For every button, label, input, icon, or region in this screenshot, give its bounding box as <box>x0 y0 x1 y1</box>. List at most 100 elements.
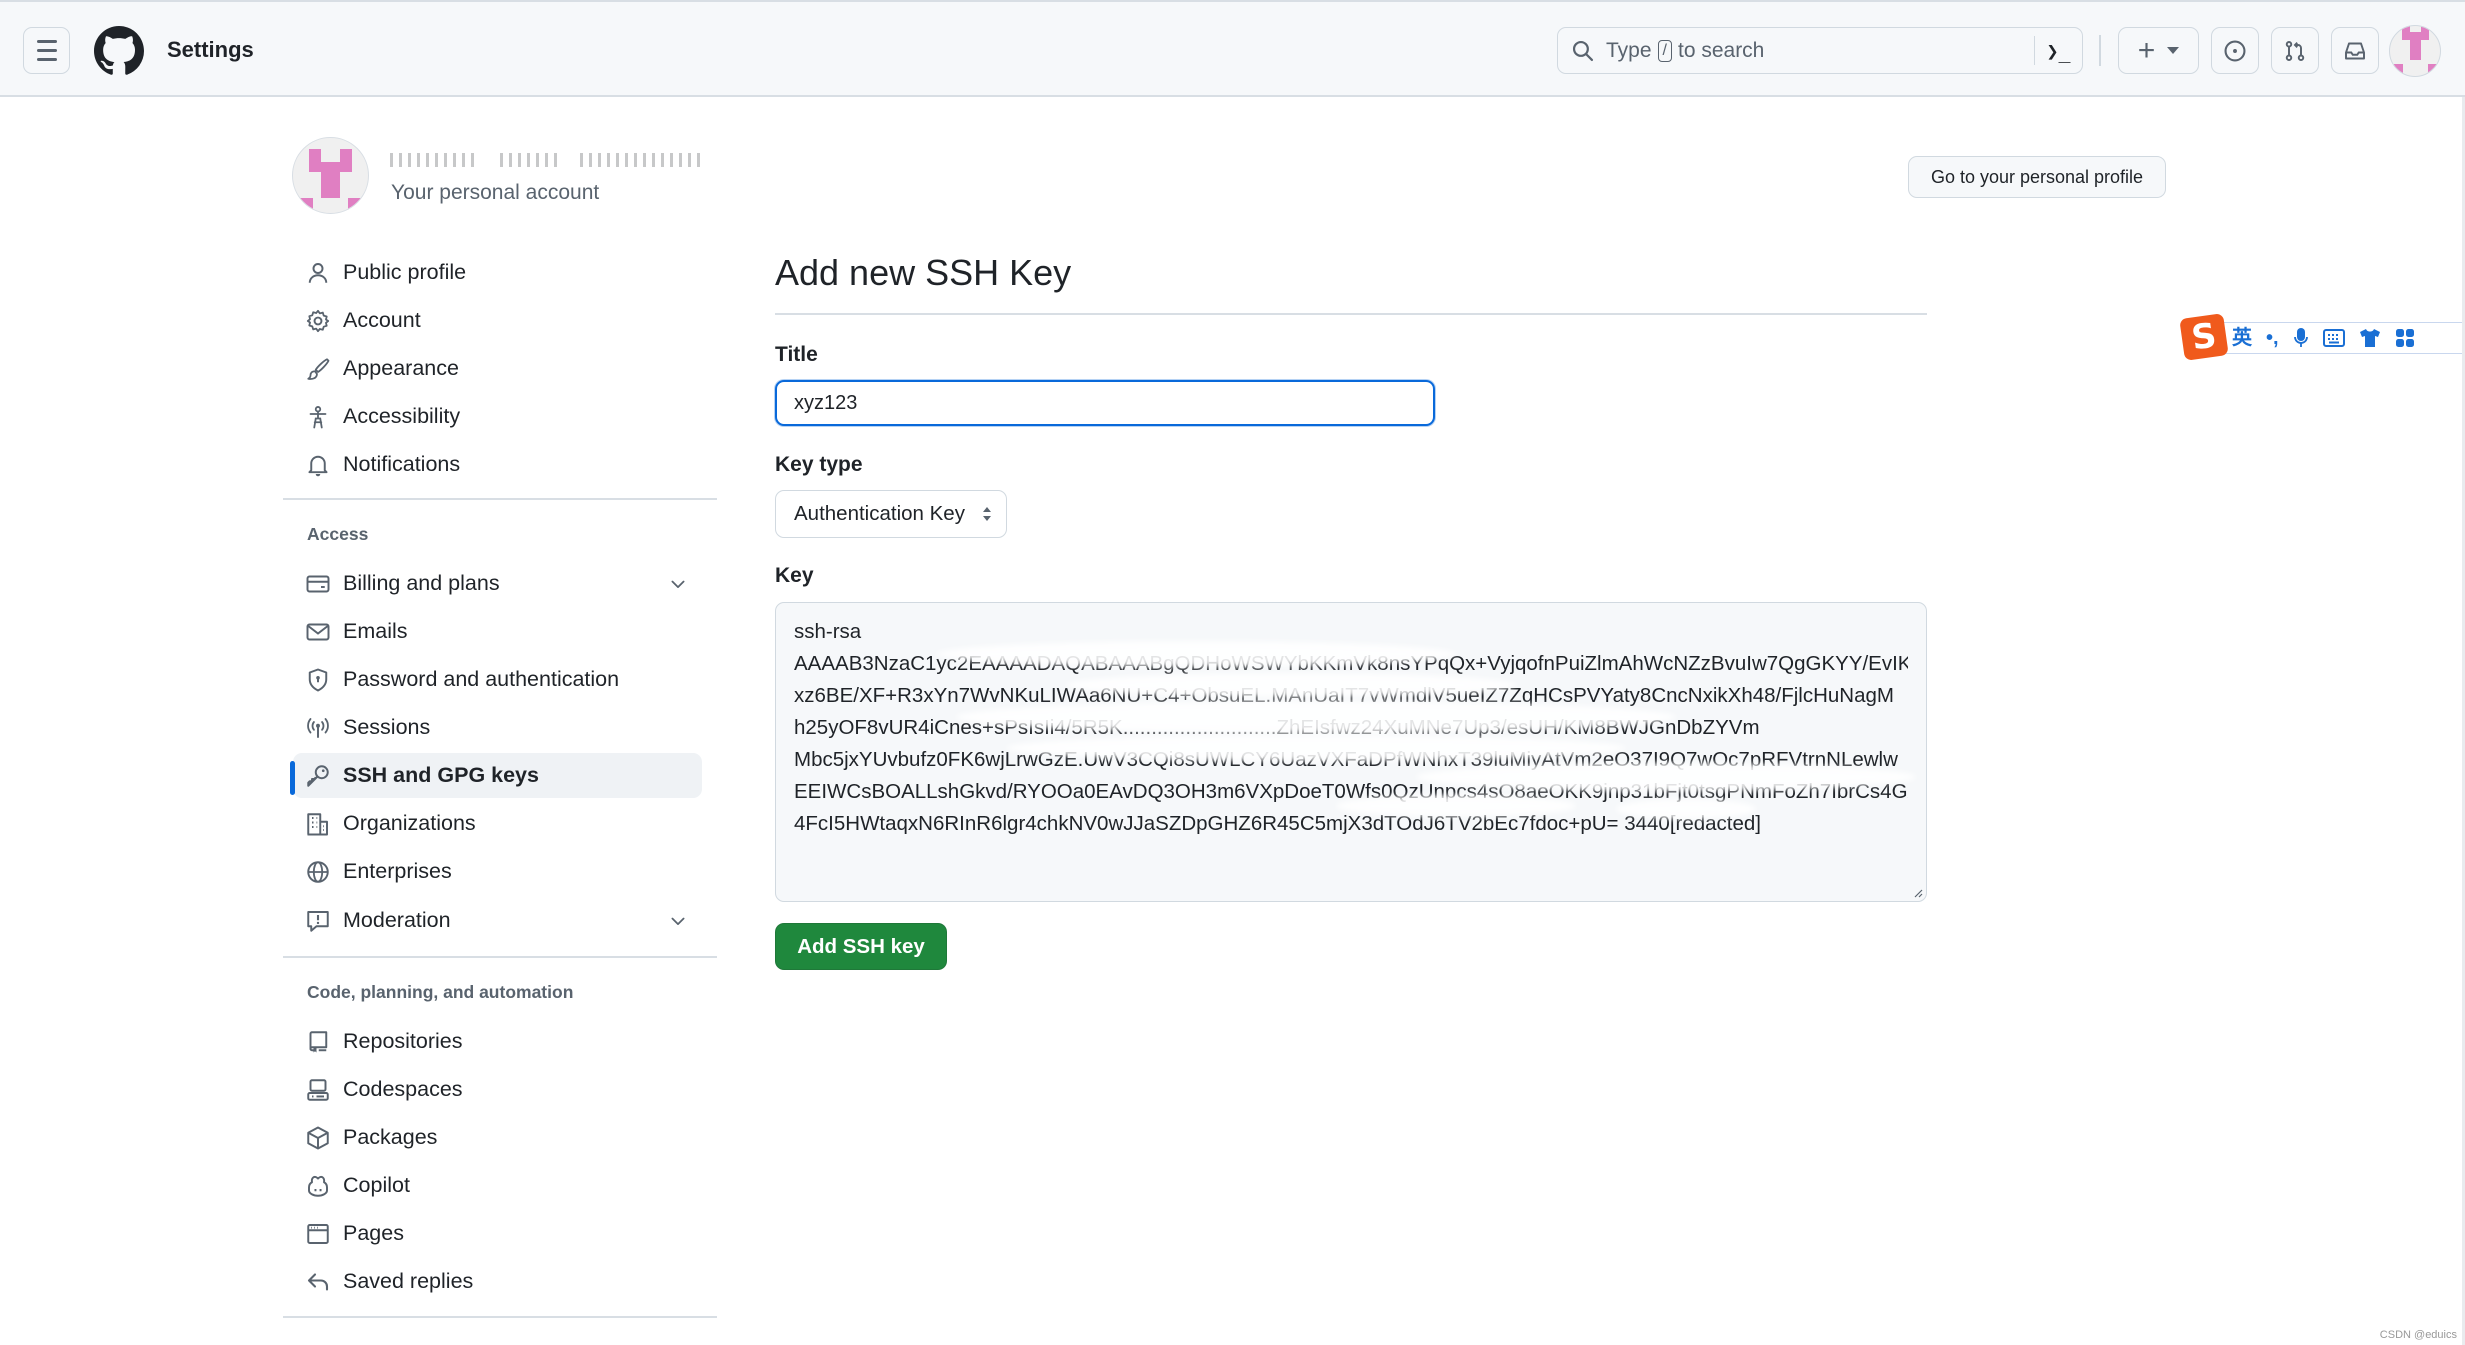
sidebar-item-label: SSH and GPG keys <box>343 763 539 787</box>
package-icon <box>305 1125 330 1150</box>
report-icon <box>305 908 330 933</box>
title-label: Title <box>775 343 818 366</box>
top-header: Settings Type / to search ❯_ + <box>0 0 2465 97</box>
redaction-scribble <box>1416 763 1916 791</box>
sidebar-item-label: Repositories <box>343 1029 463 1053</box>
sidebar-item-packages[interactable]: Packages <box>293 1115 702 1160</box>
sidebar-item-codespaces[interactable]: Codespaces <box>293 1067 702 1112</box>
redaction-scribble <box>956 701 1676 733</box>
sidebar-item-label: Sessions <box>343 715 431 739</box>
key-textarea[interactable]: ssh-rsa AAAAB3NzaC1yc2EAAAADAQABAAABgQDH… <box>775 602 1927 902</box>
sidebar-item-password-auth[interactable]: Password and authentication <box>293 657 702 702</box>
header-title[interactable]: Settings <box>167 35 254 65</box>
search-shortcut-key: / <box>1657 39 1672 62</box>
sidebar-item-label: Codespaces <box>343 1077 463 1101</box>
ime-toolbar[interactable]: 英 •, S <box>2179 313 2465 361</box>
repo-icon <box>305 1029 330 1054</box>
hamburger-menu-button[interactable] <box>23 27 70 74</box>
sidebar-item-enterprises[interactable]: Enterprises <box>293 849 702 894</box>
sidebar-divider <box>283 498 717 500</box>
sidebar-item-label: Public profile <box>343 260 467 284</box>
mail-icon <box>305 619 330 644</box>
codespaces-icon <box>305 1077 330 1102</box>
inbox-button[interactable] <box>2331 27 2379 74</box>
sidebar-item-ssh-gpg-keys[interactable]: SSH and GPG keys <box>290 753 702 798</box>
keyboard-icon[interactable] <box>2322 329 2345 347</box>
watermark: CSDN @eduics <box>2379 1329 2457 1341</box>
paintbrush-icon <box>305 356 330 381</box>
sidebar-item-pages[interactable]: Pages <box>293 1211 702 1256</box>
skin-icon[interactable] <box>2359 328 2381 348</box>
key-label: Key <box>775 564 814 587</box>
ime-logo-icon[interactable]: S <box>2179 313 2229 361</box>
sidebar-item-copilot[interactable]: Copilot <box>293 1163 702 1208</box>
sidebar-item-appearance[interactable]: Appearance <box>293 346 702 391</box>
sidebar-item-label: Enterprises <box>343 859 452 883</box>
key-type-label: Key type <box>775 453 863 476</box>
sidebar-heading-code: Code, planning, and automation <box>307 982 574 1002</box>
account-avatar <box>292 137 369 214</box>
person-icon <box>305 260 330 285</box>
sidebar-item-label: Password and authentication <box>343 667 620 691</box>
pull-requests-button[interactable] <box>2271 27 2319 74</box>
sidebar-item-label: Organizations <box>343 811 476 835</box>
issue-icon <box>2224 39 2246 62</box>
apps-icon[interactable] <box>2395 328 2415 348</box>
bell-icon <box>305 452 330 477</box>
ime-mode-toggle[interactable]: 英 <box>2232 328 2252 348</box>
user-avatar-button[interactable] <box>2389 25 2441 77</box>
search-placeholder-suffix: to search <box>1677 38 1765 62</box>
go-to-profile-button[interactable]: Go to your personal profile <box>1908 156 2166 198</box>
sidebar-item-account[interactable]: Account <box>293 298 702 343</box>
search-placeholder-prefix: Type <box>1606 38 1652 62</box>
redaction-scribble <box>1066 673 1516 697</box>
select-arrows-icon <box>983 507 991 521</box>
sidebar-item-notifications[interactable]: Notifications <box>293 442 702 487</box>
sidebar-item-label: Moderation <box>343 908 451 932</box>
sidebar-item-label: Saved replies <box>343 1269 474 1293</box>
add-ssh-key-button[interactable]: Add SSH key <box>775 923 947 970</box>
sidebar-heading-access: Access <box>307 524 369 544</box>
github-logo-icon[interactable] <box>94 26 144 76</box>
title-divider <box>775 313 1927 315</box>
sidebar-item-saved-replies[interactable]: Saved replies <box>293 1259 702 1304</box>
sidebar-item-repositories[interactable]: Repositories <box>293 1019 702 1064</box>
redaction-scribble <box>936 641 1456 667</box>
sidebar-item-label: Accessibility <box>343 404 461 428</box>
key-icon <box>305 763 330 788</box>
sidebar-item-accessibility[interactable]: Accessibility <box>293 394 702 439</box>
key-type-value: Authentication Key <box>794 502 965 525</box>
chevron-down-icon[interactable] <box>668 911 688 931</box>
chevron-down-icon[interactable] <box>668 574 688 594</box>
microphone-icon[interactable] <box>2293 327 2309 349</box>
sidebar-item-public-profile[interactable]: Public profile <box>293 250 702 295</box>
command-palette-icon[interactable]: ❯_ <box>2034 36 2082 65</box>
inbox-icon <box>2345 42 2365 59</box>
sidebar-item-organizations[interactable]: Organizations <box>293 801 702 846</box>
search-icon <box>1572 40 1594 61</box>
sidebar-item-billing[interactable]: Billing and plans <box>293 561 702 606</box>
issues-button[interactable] <box>2211 27 2259 74</box>
accessibility-icon <box>305 404 330 429</box>
title-input[interactable] <box>775 380 1435 426</box>
shield-lock-icon <box>305 667 330 692</box>
hamburger-icon-bar <box>36 40 57 43</box>
ime-toolbar-bar: 英 •, <box>2212 322 2465 354</box>
ime-punctuation-toggle[interactable]: •, <box>2266 328 2279 348</box>
gear-icon <box>305 308 330 333</box>
sidebar-item-label: Copilot <box>343 1173 410 1197</box>
redaction-scribble <box>1006 735 1626 761</box>
copilot-icon <box>305 1173 330 1198</box>
search-input[interactable]: Type / to search ❯_ <box>1557 27 2083 74</box>
organization-icon <box>305 811 330 836</box>
avatar-identicon <box>293 138 368 213</box>
create-new-button[interactable]: + <box>2118 27 2199 74</box>
sidebar-item-moderation[interactable]: Moderation <box>293 898 702 943</box>
hamburger-icon-bar <box>36 49 57 52</box>
sidebar-divider <box>283 956 717 958</box>
sidebar-item-emails[interactable]: Emails <box>293 609 702 654</box>
key-type-select[interactable]: Authentication Key <box>775 490 1007 538</box>
resize-handle[interactable] <box>1911 886 1923 898</box>
sidebar-item-sessions[interactable]: Sessions <box>293 705 702 750</box>
sidebar-item-label: Billing and plans <box>343 571 500 595</box>
